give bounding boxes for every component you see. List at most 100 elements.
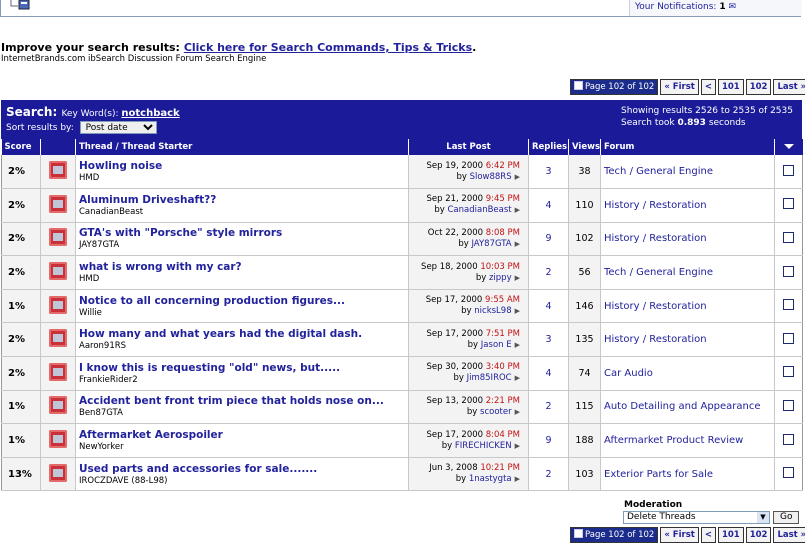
page-102-button[interactable]: 102	[745, 79, 772, 95]
replies-cell[interactable]: 3	[528, 322, 569, 358]
thread-title-link[interactable]: Used parts and accessories for sale.....…	[79, 463, 405, 475]
go-to-last-post-icon[interactable]: ▶	[515, 442, 520, 450]
thread-title-link[interactable]: Notice to all concerning production figu…	[79, 295, 405, 307]
replies-cell[interactable]: 2	[528, 457, 569, 492]
row-checkbox[interactable]	[783, 164, 794, 176]
go-to-last-post-icon[interactable]: ▶	[515, 341, 520, 349]
row-checkbox[interactable]	[783, 198, 794, 210]
column-score[interactable]: Score	[1, 139, 41, 155]
forum-link[interactable]: Car Audio	[600, 356, 775, 391]
go-to-last-post-icon[interactable]: ▶	[515, 475, 520, 483]
page-prev-button[interactable]: <	[700, 79, 716, 95]
thread-title-link[interactable]: GTA's with "Porsche" style mirrors	[79, 227, 405, 239]
go-to-last-post-icon[interactable]: ▶	[515, 374, 520, 382]
select-all-toggle[interactable]	[774, 139, 803, 155]
page-first-button[interactable]: « First	[660, 79, 699, 95]
row-checkbox[interactable]	[783, 399, 794, 411]
row-checkbox[interactable]	[783, 433, 794, 445]
forum-link[interactable]: History / Restoration	[600, 289, 775, 324]
replies-cell[interactable]: 9	[528, 423, 569, 458]
forum-link[interactable]: Tech / General Engine	[600, 155, 775, 190]
last-poster-link[interactable]: Jason E	[481, 340, 512, 350]
page-last-button[interactable]: Last »	[773, 527, 805, 543]
last-poster-link[interactable]: JAY87GTA	[471, 239, 511, 249]
row-checkbox[interactable]	[783, 332, 794, 344]
column-last-post[interactable]: Last Post	[408, 139, 529, 155]
thread-starter[interactable]: CanadianBeast	[79, 207, 143, 217]
thread-cell: Notice to all concerning production figu…	[75, 289, 409, 324]
last-poster-link[interactable]: scooter	[480, 407, 512, 417]
go-to-last-post-icon[interactable]: ▶	[515, 307, 520, 315]
last-post-date: Oct 22, 2000	[427, 227, 484, 238]
go-to-last-post-icon[interactable]: ▶	[515, 240, 520, 248]
moderation-select[interactable]: Delete Threads ▼	[623, 511, 770, 524]
search-results: Search: Key Word(s): notchback Sort resu…	[1, 100, 803, 492]
forum-link[interactable]: Auto Detailing and Appearance	[600, 390, 775, 425]
thread-title-link[interactable]: Aftermarket Aerospoiler	[79, 429, 405, 441]
row-checkbox[interactable]	[783, 231, 794, 243]
sort-select[interactable]: Post date	[79, 121, 157, 134]
row-checkbox[interactable]	[783, 299, 794, 311]
forum-link[interactable]: History / Restoration	[600, 188, 775, 223]
thread-title-link[interactable]: Aluminum Driveshaft??	[79, 194, 405, 206]
column-thread[interactable]: Thread / Thread Starter	[75, 139, 409, 155]
page-101-button[interactable]: 101	[717, 79, 744, 95]
page-prev-button[interactable]: <	[700, 527, 716, 543]
page-last-button[interactable]: Last »	[773, 79, 805, 95]
go-button[interactable]: Go	[773, 511, 800, 524]
thread-title-link[interactable]: How many and what years had the digital …	[79, 328, 405, 340]
row-checkbox[interactable]	[783, 467, 794, 479]
forum-link[interactable]: History / Restoration	[600, 322, 775, 358]
thread-title-link[interactable]: Accident bent front trim piece that hold…	[79, 395, 405, 407]
thread-title-link[interactable]: what is wrong with my car?	[79, 261, 405, 273]
notifications-panel[interactable]: Your Notifications: 1 ✉	[629, 0, 802, 16]
thread-title-link[interactable]: Howling noise	[79, 160, 405, 172]
forum-link[interactable]: Exterior Parts for Sale	[600, 457, 775, 492]
thread-title-link[interactable]: I know this is requesting "old" news, bu…	[79, 362, 405, 374]
thread-starter[interactable]: HMD	[79, 274, 99, 284]
thread-starter[interactable]: IROCZDAVE (88-L98)	[79, 476, 167, 486]
go-to-last-post-icon[interactable]: ▶	[515, 408, 520, 416]
thread-starter[interactable]: NewYorker	[79, 442, 124, 452]
table-row: 13% Used parts and accessories for sale..…	[1, 457, 803, 492]
forum-link[interactable]: History / Restoration	[600, 222, 775, 257]
keyword-link[interactable]: notchback	[121, 108, 179, 119]
go-to-last-post-icon[interactable]: ▶	[515, 274, 520, 282]
replies-cell[interactable]: 2	[528, 255, 569, 290]
last-poster-link[interactable]: zippy	[489, 273, 512, 283]
row-checkbox[interactable]	[783, 366, 794, 378]
page-first-button[interactable]: « First	[660, 527, 699, 543]
replies-cell[interactable]: 2	[528, 390, 569, 425]
go-to-last-post-icon[interactable]: ▶	[515, 173, 520, 181]
forum-link[interactable]: Tech / General Engine	[600, 255, 775, 290]
column-replies[interactable]: Replies	[528, 139, 569, 155]
page-101-button[interactable]: 101	[717, 527, 744, 543]
replies-cell[interactable]: 4	[528, 188, 569, 223]
last-poster-link[interactable]: Jim85IROC	[467, 373, 512, 383]
row-checkbox[interactable]	[783, 265, 794, 277]
column-forum[interactable]: Forum	[600, 139, 775, 155]
thread-starter[interactable]: Ben87GTA	[79, 408, 123, 418]
forum-link[interactable]: Aftermarket Product Review	[600, 423, 775, 458]
last-poster-link[interactable]: nicksL98	[474, 306, 511, 316]
column-views[interactable]: Views	[568, 139, 601, 155]
replies-cell[interactable]: 4	[528, 289, 569, 324]
thread-starter[interactable]: JAY87GTA	[79, 240, 119, 250]
envelope-icon[interactable]: ✉	[728, 2, 736, 12]
page-102-button[interactable]: 102	[745, 527, 772, 543]
replies-cell[interactable]: 3	[528, 155, 569, 190]
replies-cell[interactable]: 9	[528, 222, 569, 257]
last-poster-link[interactable]: FIRECHICKEN	[455, 441, 512, 451]
tree-icon[interactable]	[8, 0, 32, 11]
last-post-time: 3:40 PM	[485, 362, 520, 373]
last-poster-link[interactable]: Slow88RS	[470, 172, 512, 182]
thread-starter[interactable]: FrankieRider2	[79, 375, 138, 385]
search-tips-link[interactable]: Click here for Search Commands, Tips & T…	[184, 41, 472, 54]
thread-starter[interactable]: HMD	[79, 173, 99, 183]
last-poster-link[interactable]: CanadianBeast	[447, 205, 511, 215]
go-to-last-post-icon[interactable]: ▶	[515, 206, 520, 214]
replies-cell[interactable]: 4	[528, 356, 569, 391]
last-poster-link[interactable]: 1nastygta	[469, 474, 512, 484]
thread-starter[interactable]: Aaron91RS	[79, 341, 126, 351]
thread-starter[interactable]: Willie	[79, 308, 102, 318]
